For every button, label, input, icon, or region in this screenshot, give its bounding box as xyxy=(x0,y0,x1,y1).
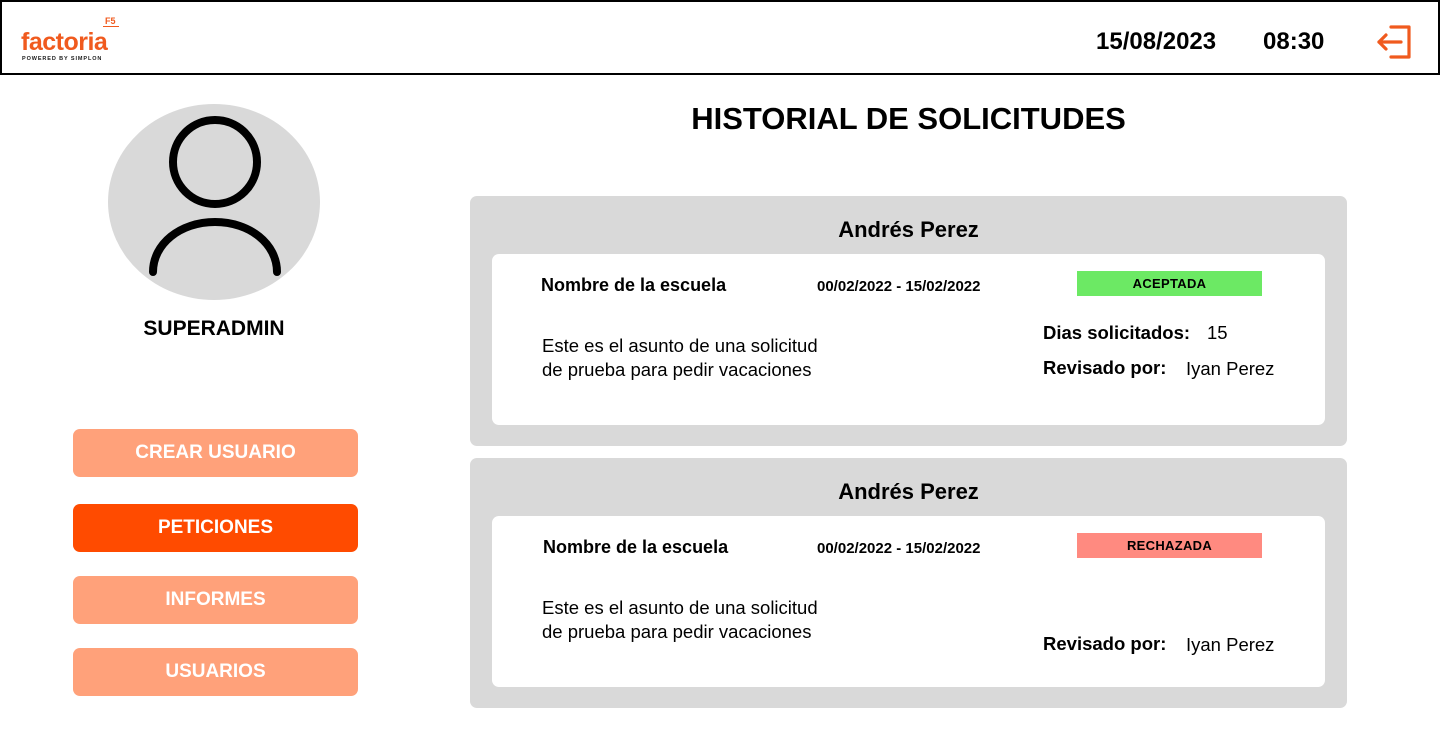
reports-button[interactable]: INFORMES xyxy=(73,576,358,624)
logo-badge-line xyxy=(103,26,119,27)
subject-line: de prueba para pedir vacaciones xyxy=(542,359,812,380)
date-range: 00/02/2022 - 15/02/2022 xyxy=(817,540,981,557)
request-subject: Este es el asunto de una solicitud de pr… xyxy=(542,596,872,644)
date-range: 00/02/2022 - 15/02/2022 xyxy=(817,278,981,295)
status-badge: RECHAZADA xyxy=(1077,533,1262,558)
logout-icon[interactable] xyxy=(1375,23,1413,61)
user-role: SUPERADMIN xyxy=(143,317,285,340)
subject-line: de prueba para pedir vacaciones xyxy=(542,621,812,642)
page-title: HISTORIAL DE SOLICITUDES xyxy=(691,101,1126,136)
current-time: 08:30 xyxy=(1263,28,1325,55)
request-subject: Este es el asunto de una solicitud de pr… xyxy=(542,334,872,382)
users-button[interactable]: USUARIOS xyxy=(73,648,358,696)
logo-badge: F5 xyxy=(105,16,116,26)
logo-name: factoria xyxy=(21,28,108,56)
create-user-button[interactable]: CREAR USUARIO xyxy=(73,429,358,477)
top-bar: F5 factoria POWERED BY SIMPLON 15/08/202… xyxy=(0,0,1440,75)
logo-tagline: POWERED BY SIMPLON xyxy=(22,56,103,62)
school-name: Nombre de la escuela xyxy=(541,275,727,295)
subject-line: Este es el asunto de una solicitud xyxy=(542,335,818,356)
current-date: 15/08/2023 xyxy=(1096,28,1217,55)
days-value: 15 xyxy=(1207,322,1228,343)
reviewer-name: Iyan Perez xyxy=(1186,358,1275,379)
reviewer-name: Iyan Perez xyxy=(1186,634,1275,655)
request-card[interactable]: Andrés Perez Nombre de la escuela 00/02/… xyxy=(470,458,1347,708)
subject-line: Este es el asunto de una solicitud xyxy=(542,597,818,618)
request-details: Nombre de la escuela 00/02/2022 - 15/02/… xyxy=(492,254,1325,425)
user-icon xyxy=(108,104,320,300)
requests-button[interactable]: PETICIONES xyxy=(73,504,358,552)
requester-name: Andrés Perez xyxy=(838,479,979,504)
school-name: Nombre de la escuela xyxy=(543,537,729,557)
status-badge: ACEPTADA xyxy=(1077,271,1262,296)
requester-name: Andrés Perez xyxy=(838,217,979,242)
days-label: Dias solicitados: xyxy=(1043,322,1191,343)
reviewed-label: Revisado por: xyxy=(1043,633,1167,654)
factoria-logo[interactable]: F5 factoria POWERED BY SIMPLON xyxy=(21,16,131,66)
reviewed-label: Revisado por: xyxy=(1043,357,1167,378)
request-details: Nombre de la escuela 00/02/2022 - 15/02/… xyxy=(492,516,1325,687)
request-card[interactable]: Andrés Perez Nombre de la escuela 00/02/… xyxy=(470,196,1347,446)
